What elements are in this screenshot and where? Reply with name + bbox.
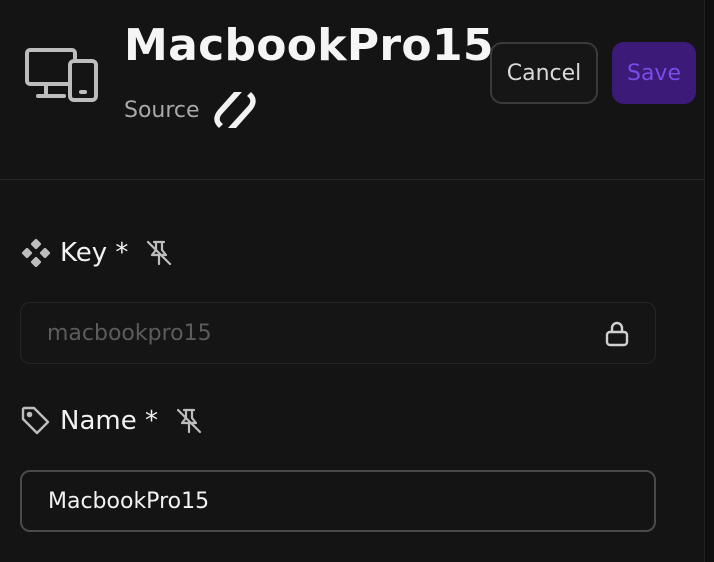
key-input-value: macbookpro15 [47,320,212,346]
source-logo-icon [213,92,256,128]
tag-icon [20,405,52,437]
right-scroll-rail [704,0,714,562]
devices-icon [25,48,98,102]
page-title: MacbookPro15 [124,20,494,71]
name-field-label: Name * [60,406,158,436]
source-label: Source [124,97,200,123]
name-field-label-row: Name * [20,401,204,441]
pin-off-icon[interactable] [144,238,174,268]
key-field-label: Key * [60,238,129,268]
save-button[interactable]: Save [612,42,696,104]
cancel-button[interactable]: Cancel [490,42,598,104]
key-input[interactable]: macbookpro15 [20,302,656,364]
source-row: Source [124,88,256,132]
name-input-value: MacbookPro15 [48,488,210,514]
header-divider [0,179,704,180]
name-input[interactable]: MacbookPro15 [20,470,656,532]
key-diamond-icon [20,237,52,269]
key-field-label-row: Key * [20,233,174,273]
lock-icon [605,321,629,347]
pin-off-icon[interactable] [174,406,204,436]
page-header: MacbookPro15 Source Cancel Save [0,0,704,180]
